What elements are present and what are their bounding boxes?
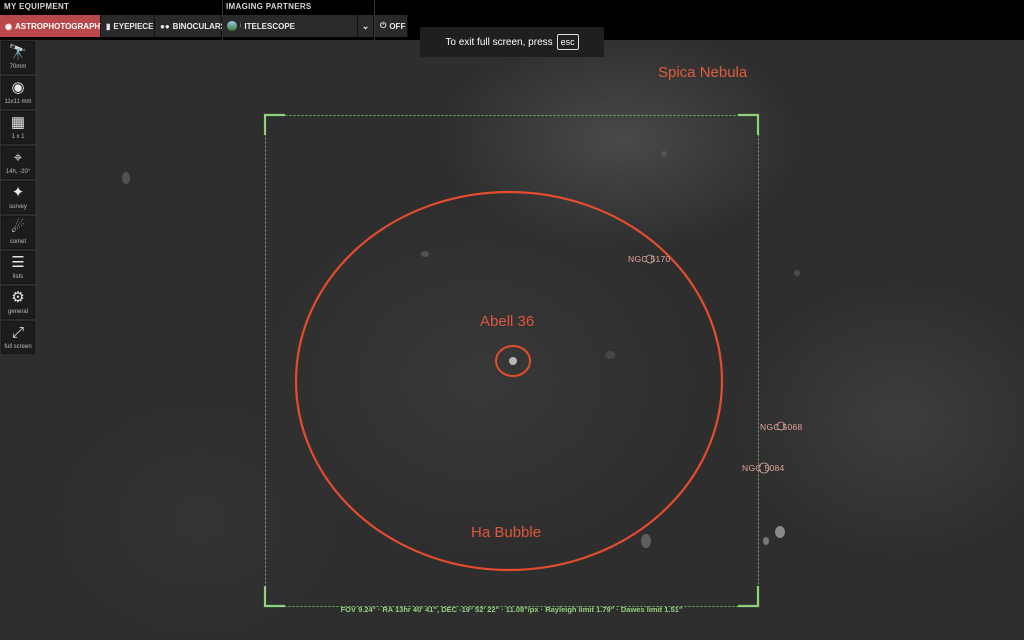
lists-button[interactable]: ☰ lists [1,251,35,284]
tab-binoculars[interactable]: ●● BINOCULARS [155,15,226,37]
tool-caption: lists [12,274,24,280]
tool-caption: general [7,309,28,315]
tool-caption: 70mm [9,64,27,70]
tool-caption: comet [9,239,27,245]
comet-button[interactable]: ☄ comet [1,216,35,249]
camera-icon: ◉ [5,21,12,31]
tab-label: EYEPIECE [113,21,154,31]
tool-caption: 1 x 1 [11,134,25,140]
partner-dropdown-button[interactable]: ⌄ [358,15,374,37]
star-field [122,151,800,548]
tab-label: BINOCULARS [172,21,227,31]
gear-icon: ⚙ [11,289,25,306]
partner-prefix: i [240,23,242,29]
fullscreen-icon: ⤢ [11,324,24,341]
tab-label: ASTROPHOTOGRAPHY [14,21,106,31]
target-button[interactable]: ⌖ 14h, -20° [1,146,35,179]
tool-caption: 11x11 mm [4,99,32,105]
ngc-5084-label[interactable]: NGC 5084 [742,463,785,473]
general-settings-button[interactable]: ⚙ general [1,286,35,319]
power-toggle[interactable]: ⏻ OFF [375,15,408,37]
toast-text: To exit full screen, press [445,36,553,48]
abell-36-label[interactable]: Abell 36 [480,313,534,330]
ngc-5068-label[interactable]: NGC 5068 [760,422,803,432]
crosshair-icon: ⌖ [13,149,23,166]
imaging-partners-title: IMAGING PARTNERS [226,2,312,11]
power-icon: ⏻ [380,21,387,30]
tool-caption: full screen [4,344,32,350]
tool-caption: survey [9,204,27,210]
partner-select[interactable]: i ITELESCOPE [222,15,358,37]
fullscreen-toast: To exit full screen, press esc [420,27,604,57]
esc-key-hint: esc [556,34,579,50]
eyepiece-icon: ▮ [106,21,111,31]
full-screen-button[interactable]: ⤢ full screen [1,321,35,354]
tool-sidebar: 🔭 70mm ◉ 11x11 mm ▦ 1 x 1 ⌖ 14h, -20° ✦ … [0,41,36,356]
globe-icon [227,21,237,31]
ha-bubble-label[interactable]: Ha Bubble [471,524,541,541]
app-window: Spica Nebula Abell 36 Ha Bubble NGC 5170… [0,0,1024,640]
grid-icon: ▦ [10,114,26,131]
partner-label: ITELESCOPE [244,21,296,31]
telescope-button[interactable]: 🔭 70mm [1,41,35,74]
my-equipment-title: MY EQUIPMENT [4,2,70,11]
fov-info-readout: FOV 9.24° · RA 13hr 40' 41", DEC -19° 52… [340,605,683,614]
camera-button[interactable]: ◉ 11x11 mm [1,76,35,109]
comet-icon: ☄ [11,219,25,236]
satellite-icon: ✦ [11,184,25,201]
tab-astrophotography[interactable]: ◉ ASTROPHOTOGRAPHY [0,15,106,37]
camera-icon: ◉ [11,79,25,96]
ngc-5170-label[interactable]: NGC 5170 [628,254,671,264]
tool-caption: 14h, -20° [5,169,31,175]
ha-bubble-outline[interactable] [294,190,724,572]
telescope-icon: 🔭 [8,44,28,61]
tab-eyepiece[interactable]: ▮ EYEPIECE [101,15,155,37]
power-label: OFF [389,21,406,31]
mosaic-button[interactable]: ▦ 1 x 1 [1,111,35,144]
spica-nebula-label[interactable]: Spica Nebula [658,64,747,81]
survey-button[interactable]: ✦ survey [1,181,35,214]
binoculars-icon: ●● [160,21,170,31]
chevron-down-icon: ⌄ [361,20,370,31]
list-icon: ☰ [11,254,25,271]
